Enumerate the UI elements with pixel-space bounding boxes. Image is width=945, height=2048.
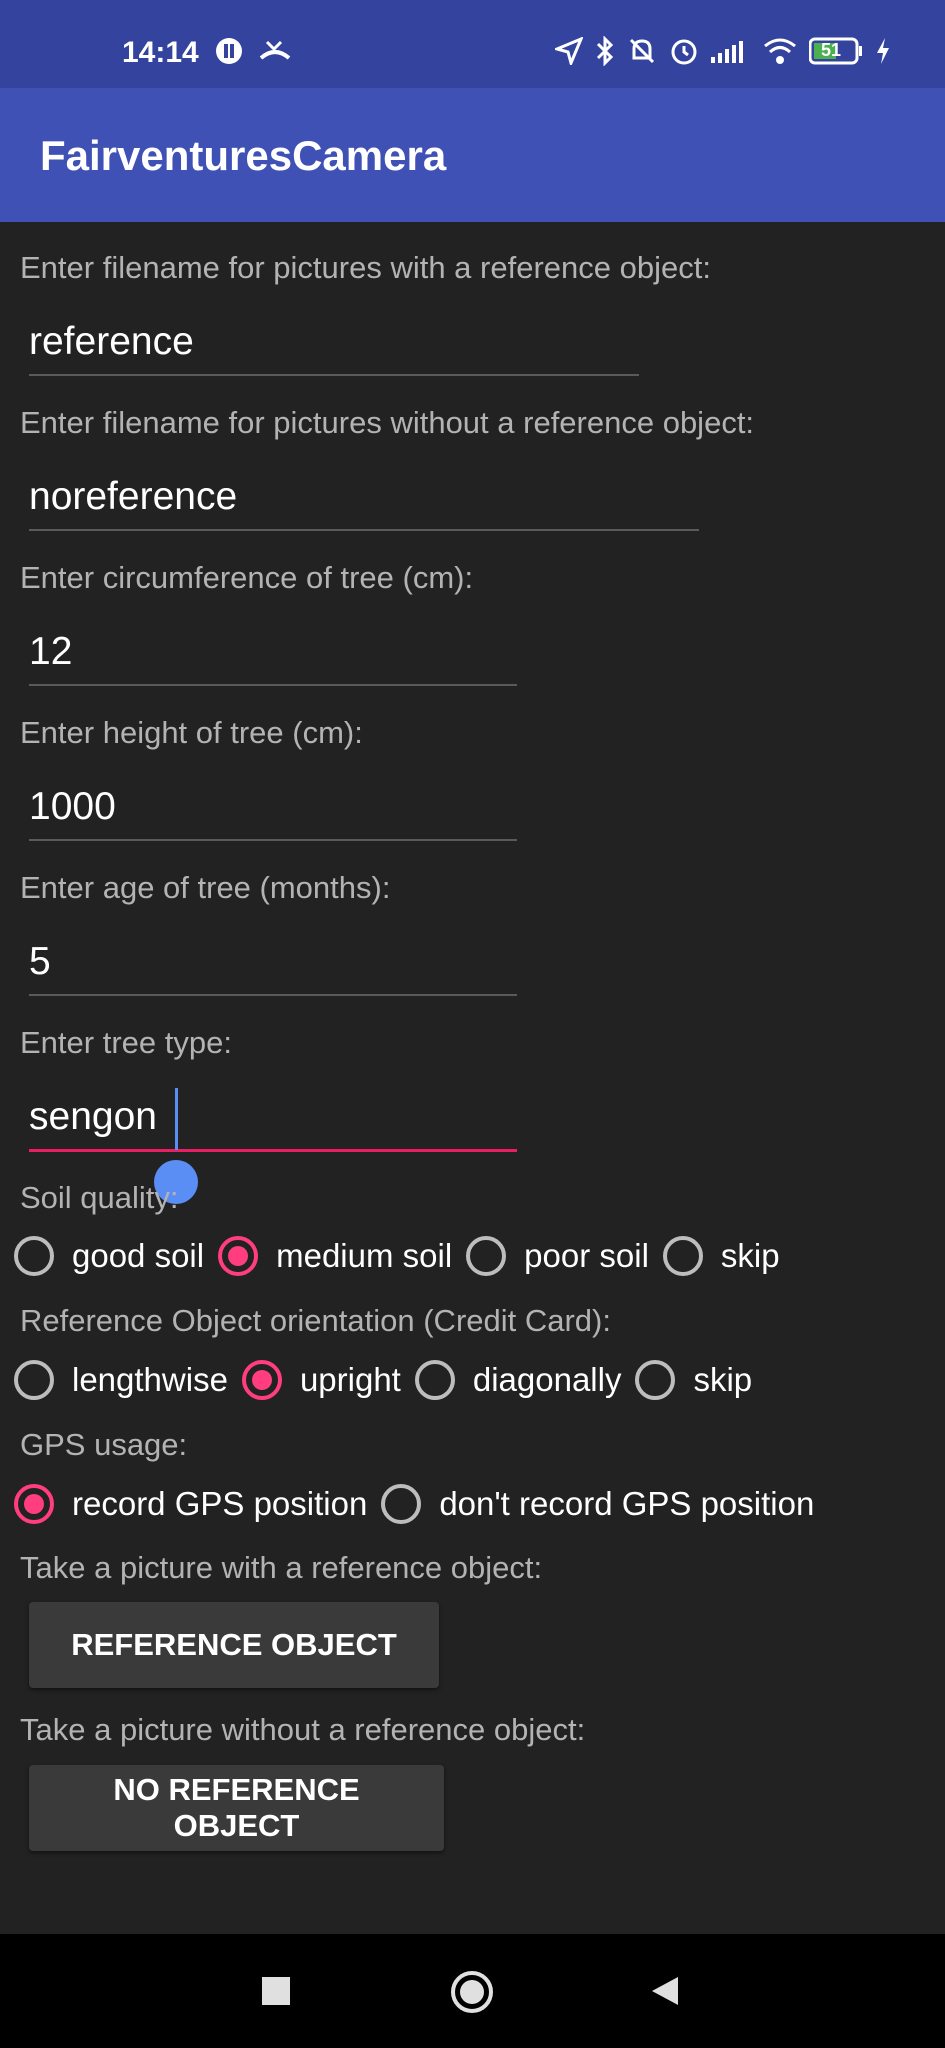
text-cursor (175, 1088, 178, 1150)
circumference-label: Enter circumference of tree (cm): (20, 560, 474, 595)
gps-label: GPS usage: (20, 1427, 188, 1462)
ref-filename-field-wrap (29, 312, 639, 376)
recents-icon[interactable] (262, 1977, 290, 2005)
radio-label: diagonally (472, 1361, 622, 1398)
orientation-option-skip[interactable]: skip (635, 1360, 752, 1400)
radio-label: medium soil (276, 1237, 453, 1274)
radio-circle (414, 1360, 455, 1400)
tree-type-field-wrap (29, 1087, 517, 1152)
radio-label: skip (693, 1361, 753, 1398)
age-field-wrap (29, 932, 517, 996)
soil-option-skip[interactable]: skip (662, 1236, 780, 1276)
radio-label: poor soil (524, 1237, 649, 1274)
bluetooth-icon (595, 36, 615, 66)
circumference-field-wrap (29, 622, 517, 686)
radio-circle (466, 1236, 507, 1276)
radio-circle-checked (241, 1360, 282, 1400)
ref-filename-input[interactable] (29, 312, 639, 372)
status-time: 14:14 (122, 36, 199, 69)
take-ref-label: Take a picture with a reference object: (20, 1550, 543, 1585)
orientation-radio-group: lengthwise upright diagonally skip (14, 1360, 766, 1400)
radio-circle (635, 1360, 676, 1400)
radio-label: skip (720, 1237, 780, 1274)
height-label: Enter height of tree (cm): (20, 715, 363, 750)
soil-option-good[interactable]: good soil (14, 1236, 204, 1276)
battery-level: 51 (821, 40, 842, 60)
gps-radio-group: record GPS position don't record GPS pos… (14, 1484, 828, 1524)
orientation-option-diagonally[interactable]: diagonally (414, 1360, 622, 1400)
signal-icon (711, 39, 751, 63)
notification-icon (214, 36, 244, 66)
app-bar: FairventuresCamera (0, 88, 945, 222)
radio-circle (381, 1484, 422, 1524)
orientation-label: Reference Object orientation (Credit Car… (20, 1303, 611, 1338)
age-label: Enter age of tree (months): (20, 870, 391, 905)
radio-circle (14, 1236, 54, 1276)
radio-circle (14, 1360, 54, 1400)
radio-circle-checked (218, 1236, 259, 1276)
reference-object-button[interactable]: REFERENCE OBJECT (29, 1602, 439, 1688)
alarm-icon (669, 36, 699, 66)
battery-icon: 51 (809, 37, 863, 65)
radio-label: don't record GPS position (439, 1485, 815, 1522)
gps-option-dont-record[interactable]: don't record GPS position (381, 1484, 814, 1524)
ref-filename-label: Enter filename for pictures with a refer… (20, 250, 711, 285)
height-input[interactable] (29, 777, 517, 837)
radio-label: good soil (72, 1237, 205, 1274)
back-icon[interactable] (650, 1976, 680, 2006)
soil-radio-group: good soil medium soil poor soil skip (14, 1236, 794, 1276)
location-icon (555, 37, 583, 65)
app-title: FairventuresCamera (40, 132, 447, 179)
soil-option-medium[interactable]: medium soil (218, 1236, 452, 1276)
radio-circle (662, 1236, 703, 1276)
gps-option-record[interactable]: record GPS position (14, 1484, 367, 1524)
noref-filename-label: Enter filename for pictures without a re… (20, 405, 755, 440)
radio-label: lengthwise (72, 1361, 228, 1398)
missed-call-icon (258, 36, 292, 66)
soil-label: Soil quality: (20, 1180, 179, 1215)
tree-type-label: Enter tree type: (20, 1025, 232, 1060)
take-noref-label: Take a picture without a reference objec… (20, 1712, 586, 1747)
mute-icon (627, 36, 657, 66)
height-field-wrap (29, 777, 517, 841)
age-input[interactable] (29, 932, 517, 992)
wifi-icon (763, 37, 797, 65)
radio-label: upright (299, 1361, 401, 1398)
circumference-input[interactable] (29, 622, 517, 682)
orientation-option-lengthwise[interactable]: lengthwise (14, 1360, 228, 1400)
soil-option-poor[interactable]: poor soil (466, 1236, 649, 1276)
noref-filename-field-wrap (29, 467, 699, 531)
radio-circle-checked (14, 1484, 54, 1524)
navigation-bar (0, 1934, 945, 2048)
charging-icon (875, 37, 891, 65)
status-bar: 14:14 51 (0, 0, 945, 88)
home-icon[interactable] (450, 1970, 494, 2014)
radio-label: record GPS position (72, 1485, 368, 1522)
no-reference-object-button[interactable]: NO REFERENCE OBJECT (29, 1765, 444, 1851)
tree-type-input[interactable] (29, 1087, 517, 1147)
orientation-option-upright[interactable]: upright (241, 1360, 401, 1400)
noref-filename-input[interactable] (29, 467, 699, 527)
